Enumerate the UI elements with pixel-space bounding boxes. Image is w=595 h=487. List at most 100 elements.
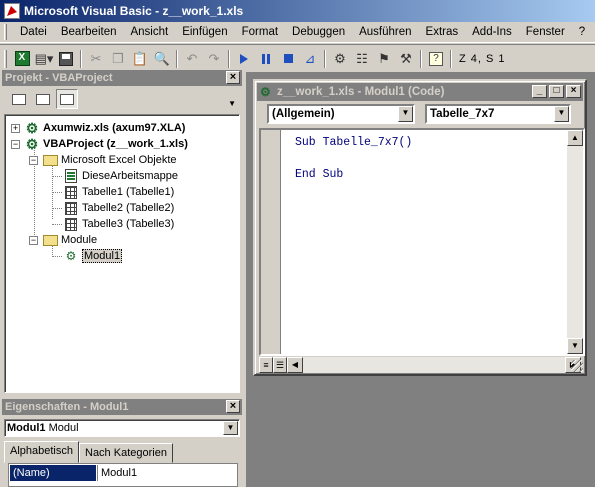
maximize-button[interactable]: □	[549, 85, 564, 98]
chevron-down-icon[interactable]: ▼	[223, 421, 238, 435]
tree-node-vbaproject[interactable]: − ⚙ VBAProject (z__work_1.xls)	[11, 136, 188, 152]
tree-node-label: Microsoft Excel Objekte	[61, 154, 177, 166]
full-module-view-icon[interactable]: ☰	[273, 357, 287, 373]
tree-node-tabelle1[interactable]: Tabelle1 (Tabelle1)	[63, 184, 174, 200]
code-editor[interactable]: Sub Tabelle_7x7() End Sub ▲ ▼	[259, 128, 585, 356]
cut-button[interactable]: ✂	[85, 48, 107, 70]
toolbar-grip[interactable]	[4, 49, 7, 68]
paste-button[interactable]: 📋	[129, 48, 151, 70]
procedure-combo-value: Tabelle_7x7	[430, 108, 495, 120]
tree-node-label: DieseArbeitsmappe	[82, 170, 178, 182]
properties-tabs: Alphabetisch Nach Kategorien	[4, 441, 173, 463]
tree-node-module[interactable]: − Module	[29, 232, 97, 248]
collapse-icon[interactable]: −	[29, 155, 38, 165]
menu-ansicht[interactable]: Ansicht	[123, 23, 175, 41]
find-button[interactable]: 🔍	[151, 48, 173, 70]
app-title: Microsoft Visual Basic - z__work_1.xls	[24, 4, 244, 18]
close-project-explorer-button[interactable]: ×	[226, 71, 240, 84]
code-window: ⚙ z__work_1.xls - Modul1 (Code) _ □ × (A…	[253, 79, 587, 376]
module-icon: ⚙	[65, 249, 77, 263]
menu-debuggen[interactable]: Debuggen	[285, 23, 352, 41]
undo-icon: ↶	[186, 50, 198, 66]
scroll-left-icon[interactable]: ◀	[287, 357, 303, 373]
copy-button[interactable]: ❐	[107, 48, 129, 70]
redo-button[interactable]: ↷	[203, 48, 225, 70]
horizontal-scrollbar[interactable]: ≡ ☰ ◀ ▶	[259, 357, 581, 373]
toggle-folders-button[interactable]	[56, 89, 78, 109]
menu-fenster[interactable]: Fenster	[519, 23, 572, 41]
tree-node-modul1[interactable]: ⚙ Modul1	[63, 248, 123, 264]
scroll-up-icon[interactable]: ▲	[567, 130, 583, 146]
object-combo-value: (Allgemein)	[272, 108, 335, 120]
menu-grip[interactable]	[4, 24, 7, 40]
reset-button[interactable]	[277, 48, 299, 70]
resize-grip[interactable]	[571, 360, 583, 372]
scroll-down-icon[interactable]: ▼	[567, 338, 583, 354]
indicator-margin[interactable]	[261, 130, 281, 354]
tree-node-diese-arbeitsmappe[interactable]: DieseArbeitsmappe	[63, 168, 178, 184]
code-line-2[interactable]: End Sub	[295, 168, 343, 181]
tree-line	[52, 176, 62, 177]
tab-nach-kategorien[interactable]: Nach Kategorien	[79, 443, 173, 463]
tree-node-label: Module	[61, 234, 98, 246]
object-selector[interactable]: Modul1 Modul ▼	[4, 419, 240, 437]
menu-bearbeiten[interactable]: Bearbeiten	[54, 23, 124, 41]
menu-help[interactable]: ?	[572, 23, 592, 41]
object-browser-button[interactable]: ⚑	[373, 48, 395, 70]
scroll-track[interactable]	[303, 357, 565, 373]
menu-ausfuehren[interactable]: Ausführen	[352, 23, 418, 41]
vertical-scrollbar[interactable]: ▲ ▼	[567, 130, 583, 354]
menu-datei[interactable]: Datei	[13, 23, 54, 41]
close-properties-button[interactable]: ×	[226, 400, 240, 413]
chevron-down-icon[interactable]: ▼	[554, 106, 569, 122]
folder-icon	[42, 153, 58, 167]
view-object-button[interactable]	[32, 89, 54, 109]
menu-extras[interactable]: Extras	[419, 23, 466, 41]
undo-button[interactable]: ↶	[181, 48, 203, 70]
property-name[interactable]: (Name)	[10, 465, 96, 481]
toolbar-separator	[450, 49, 452, 68]
save-button[interactable]	[55, 48, 77, 70]
properties-window-button[interactable]: ☷	[351, 48, 373, 70]
property-value[interactable]: Modul1	[97, 465, 237, 481]
save-icon	[59, 51, 73, 66]
toolbar-separator	[420, 49, 422, 68]
project-explorer-title-bar: Projekt - VBAProject ×	[2, 70, 242, 86]
minimize-button[interactable]: _	[532, 85, 547, 98]
toolbar-separator	[176, 49, 178, 68]
tree-node-axumwiz[interactable]: + ⚙ Axumwiz.xls (axum97.XLA)	[11, 120, 185, 136]
tab-alphabetisch[interactable]: Alphabetisch	[4, 441, 79, 463]
break-button[interactable]	[255, 48, 277, 70]
procedure-combo[interactable]: Tabelle_7x7 ▼	[425, 104, 571, 124]
project-explorer-button[interactable]: ⚙	[329, 48, 351, 70]
collapse-icon[interactable]: −	[29, 235, 38, 245]
help-button[interactable]: ?	[425, 48, 447, 70]
vba-app-icon[interactable]	[4, 3, 20, 19]
toolbar-overflow-icon[interactable]: ▼	[228, 99, 236, 108]
run-button[interactable]	[233, 48, 255, 70]
toolbox-button[interactable]: ⚒	[395, 48, 417, 70]
tree-node-tabelle2[interactable]: Tabelle2 (Tabelle2)	[63, 200, 174, 216]
chevron-down-icon[interactable]: ▼	[398, 106, 413, 122]
cursor-position: Z 4, S 1	[459, 52, 506, 65]
view-excel-button[interactable]	[11, 48, 33, 70]
design-mode-button[interactable]: ⊿	[299, 48, 321, 70]
menu-format[interactable]: Format	[235, 23, 285, 41]
worksheet-icon	[63, 201, 79, 215]
object-combo[interactable]: (Allgemein) ▼	[267, 104, 415, 124]
project-explorer: Projekt - VBAProject × ▼ + ⚙ Axumwiz.xls…	[2, 70, 242, 395]
insert-module-button[interactable]: ▤▾	[33, 48, 55, 70]
tree-node-tabelle3[interactable]: Tabelle3 (Tabelle3)	[63, 216, 174, 232]
expand-icon[interactable]: +	[11, 123, 20, 133]
tree-line	[52, 192, 62, 193]
collapse-icon[interactable]: −	[11, 139, 20, 149]
code-line-1[interactable]: Sub Tabelle_7x7()	[295, 136, 412, 149]
close-code-window-button[interactable]: ×	[566, 85, 581, 98]
tree-node-excel-objects[interactable]: − Microsoft Excel Objekte	[29, 152, 177, 168]
properties-title-bar: Eigenschaften - Modul1 ×	[2, 399, 242, 415]
menu-addins[interactable]: Add-Ins	[465, 23, 519, 41]
procedure-view-icon[interactable]: ≡	[259, 357, 273, 373]
tree-node-label: VBAProject (z__work_1.xls)	[43, 138, 188, 150]
view-code-button[interactable]	[8, 89, 30, 109]
menu-einfuegen[interactable]: Einfügen	[175, 23, 234, 41]
